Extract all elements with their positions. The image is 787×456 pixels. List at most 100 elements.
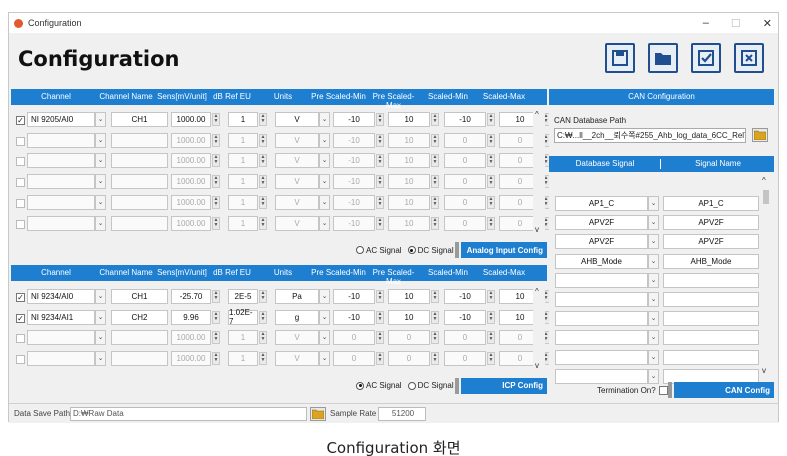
termination-option[interactable]: Termination On? [597, 382, 668, 398]
pmin-field[interactable]: 0 [333, 351, 375, 367]
chevron-down-icon[interactable]: ⌄ [648, 272, 659, 288]
signal-name-field[interactable]: AHB_Mode [663, 253, 759, 269]
pmax-field[interactable]: 10 [388, 289, 430, 304]
spinner-icon[interactable]: ▲ ▼ [376, 113, 384, 126]
units-field[interactable]: V [275, 174, 319, 190]
chevron-down-icon[interactable]: ⌄ [95, 289, 106, 304]
pmin-field[interactable]: -10 [333, 153, 375, 169]
channel-checkbox[interactable]: ✓ [16, 313, 25, 323]
spinner-icon[interactable]: ▲ ▼ [376, 290, 384, 303]
scroll-down-icon[interactable]: v [535, 225, 539, 234]
channel-checkbox[interactable]: ✓ [16, 116, 25, 125]
save-button[interactable] [605, 43, 635, 73]
sens-field[interactable]: 9.96 [171, 309, 211, 325]
spinner-icon[interactable]: ▲ ▼ [431, 113, 439, 126]
spinner-icon[interactable]: ▲ ▼ [431, 195, 439, 209]
name-field[interactable] [111, 153, 168, 169]
units-field[interactable]: Pa [275, 289, 319, 304]
pmin-field[interactable]: -10 [333, 174, 375, 190]
analog-config-button[interactable]: Analog Input Config [455, 242, 547, 259]
spinner-icon[interactable]: ▲ ▼ [259, 216, 267, 230]
name-field[interactable] [111, 174, 168, 190]
units-field[interactable]: V [275, 112, 319, 127]
spinner-icon[interactable]: ▲ ▼ [212, 133, 220, 147]
dbref-field[interactable]: 2E-5 [228, 289, 258, 304]
spinner-icon[interactable]: ▲ ▼ [259, 113, 267, 126]
pmin-field[interactable]: 0 [333, 330, 375, 346]
spinner-icon[interactable]: ▲ ▼ [487, 331, 495, 345]
dbref-field[interactable]: 1 [228, 215, 258, 231]
chevron-down-icon[interactable]: ⌄ [648, 215, 659, 231]
can-config-button[interactable]: CAN Config [668, 382, 774, 398]
chevron-down-icon[interactable]: ⌄ [319, 132, 330, 148]
spinner-icon[interactable]: ▲ ▼ [212, 216, 220, 230]
chevron-down-icon[interactable]: ⌄ [95, 174, 106, 190]
pmax-field[interactable]: 0 [388, 351, 430, 367]
open-button[interactable] [648, 43, 678, 73]
dbref-field[interactable]: 1.02E-7 [228, 308, 258, 326]
smin-field[interactable]: -10 [444, 112, 486, 127]
pmax-field[interactable]: 10 [388, 194, 430, 210]
smin-field[interactable]: 0 [444, 194, 486, 210]
pmax-field[interactable]: 10 [388, 132, 430, 148]
dbref-field[interactable]: 1 [228, 153, 258, 169]
icp-config-button[interactable]: ICP Config [455, 377, 547, 394]
dc-signal-radio[interactable] [407, 381, 416, 390]
spinner-icon[interactable]: ▲ ▼ [487, 290, 495, 303]
sample-rate-field[interactable]: 51200 [378, 407, 426, 421]
smin-field[interactable]: -10 [444, 289, 486, 304]
pmax-field[interactable]: 10 [388, 153, 430, 169]
sens-field[interactable]: 1000.00 [171, 132, 211, 148]
chevron-down-icon[interactable]: ⌄ [95, 330, 106, 346]
pmin-field[interactable]: -10 [333, 309, 375, 325]
ac-signal-radio[interactable] [356, 246, 364, 255]
spinner-icon[interactable]: ▲ ▼ [487, 216, 495, 230]
spinner-icon[interactable]: ▲ ▼ [376, 310, 384, 324]
chevron-down-icon[interactable]: ⌄ [95, 194, 106, 210]
spinner-icon[interactable]: ▲ ▼ [259, 310, 267, 324]
save-path-browse-button[interactable] [310, 407, 326, 421]
signal-name-field[interactable] [663, 330, 759, 346]
name-field[interactable]: CH1 [111, 112, 168, 127]
spinner-icon[interactable]: ▲ ▼ [431, 175, 439, 189]
channel-field[interactable] [27, 194, 95, 210]
chevron-down-icon[interactable]: ⌄ [648, 196, 659, 211]
pmax-field[interactable]: 10 [388, 215, 430, 231]
database-signal-select[interactable] [555, 349, 648, 365]
database-signal-select[interactable] [555, 311, 648, 327]
spinner-icon[interactable]: ▲ ▼ [376, 175, 384, 189]
name-field[interactable] [111, 215, 168, 231]
units-field[interactable]: V [275, 194, 319, 210]
signal-name-field[interactable] [663, 272, 759, 288]
database-signal-select[interactable] [555, 272, 648, 288]
channel-field[interactable]: NI 9205/AI0 [27, 112, 95, 127]
spinner-icon[interactable]: ▲ ▼ [259, 154, 267, 168]
spinner-icon[interactable]: ▲ ▼ [487, 154, 495, 168]
spinner-icon[interactable]: ▲ ▼ [259, 290, 267, 303]
spinner-icon[interactable]: ▲ ▼ [487, 113, 495, 126]
units-field[interactable]: V [275, 215, 319, 231]
pmin-field[interactable]: -10 [333, 132, 375, 148]
signal-name-field[interactable] [663, 349, 759, 365]
spinner-icon[interactable]: ▲ ▼ [376, 216, 384, 230]
units-field[interactable]: g [275, 309, 319, 325]
spinner-icon[interactable]: ▲ ▼ [487, 352, 495, 366]
sens-field[interactable]: 1000.00 [171, 112, 211, 127]
units-field[interactable]: V [275, 153, 319, 169]
pmin-field[interactable]: -10 [333, 194, 375, 210]
spinner-icon[interactable]: ▲ ▼ [431, 133, 439, 147]
chevron-down-icon[interactable]: ⌄ [95, 215, 106, 231]
channel-checkbox[interactable] [16, 157, 25, 167]
pmax-field[interactable]: 10 [388, 309, 430, 325]
spinner-icon[interactable]: ▲ ▼ [487, 195, 495, 209]
spinner-icon[interactable]: ▲ ▼ [212, 113, 220, 126]
can-db-path-field[interactable]: C:₩...ll__2ch__뢰수쪽#255_Ahb_log_data_6CC_… [554, 128, 746, 143]
sens-field[interactable]: 1000.00 [171, 174, 211, 190]
database-signal-select[interactable]: AP1_C [555, 196, 648, 211]
pmax-field[interactable]: 10 [388, 112, 430, 127]
grid-scrollbar[interactable]: ^ v [533, 110, 545, 235]
pmin-field[interactable]: -10 [333, 215, 375, 231]
units-field[interactable]: V [275, 330, 319, 346]
spinner-icon[interactable]: ▲ ▼ [259, 331, 267, 345]
dc-signal-radio[interactable] [407, 246, 416, 255]
